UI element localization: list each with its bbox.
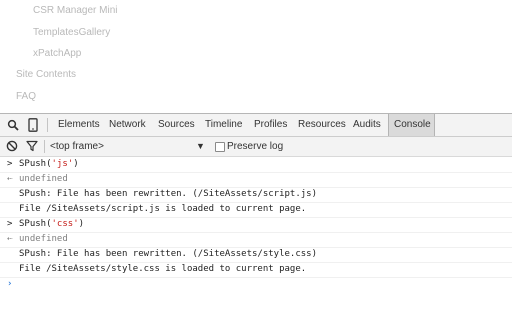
result-arrow-icon: ⇠ (7, 234, 13, 244)
prompt-chevron-icon: › (7, 279, 13, 289)
console-result-line: ⇠ undefined (0, 172, 512, 188)
console-log-message: SPush: File has been rewritten. (/SiteAs… (19, 189, 318, 199)
filter-separator (44, 140, 45, 153)
devtools-toolbar: Elements Network Sources Timeline Profil… (0, 114, 512, 137)
frame-select[interactable]: <top frame> (50, 137, 104, 156)
console-prompt[interactable]: › (0, 277, 512, 297)
console-result: undefined (19, 174, 68, 184)
tab-timeline[interactable]: Timeline (205, 114, 242, 136)
tab-resources[interactable]: Resources (298, 114, 346, 136)
console-command: SPush('js') (19, 159, 79, 169)
preserve-log-checkbox[interactable] (215, 142, 225, 152)
console-log-message: File /SiteAssets/style.css is loaded to … (19, 264, 307, 274)
console-log-message: File /SiteAssets/script.js is loaded to … (19, 204, 307, 214)
nav-item-faq[interactable]: FAQ (16, 91, 36, 102)
tab-network[interactable]: Network (109, 114, 146, 136)
console-input-line: > SPush('css') (0, 217, 512, 233)
console-log-line: File /SiteAssets/style.css is loaded to … (0, 262, 512, 278)
page-navigation: CSR Manager Mini TemplatesGallery xPatch… (0, 0, 512, 113)
nav-item-site-contents[interactable]: Site Contents (16, 69, 76, 80)
tab-sources[interactable]: Sources (158, 114, 195, 136)
nav-item-csr-manager-mini[interactable]: CSR Manager Mini (33, 5, 117, 16)
console-result-line: ⇠ undefined (0, 232, 512, 248)
tab-console[interactable]: Console (388, 114, 435, 136)
console-log-line: SPush: File has been rewritten. (/SiteAs… (0, 247, 512, 263)
clear-console-icon[interactable] (5, 139, 19, 153)
console-filter-bar: <top frame> ▼ Preserve log (0, 137, 512, 157)
input-prompt-icon: > (7, 219, 13, 229)
tab-elements[interactable]: Elements (58, 114, 100, 136)
inspect-search-icon[interactable] (6, 118, 20, 132)
device-mode-icon[interactable] (26, 118, 40, 132)
chevron-down-icon[interactable]: ▼ (196, 137, 205, 156)
console-log-message: SPush: File has been rewritten. (/SiteAs… (19, 249, 318, 259)
tab-profiles[interactable]: Profiles (254, 114, 287, 136)
console-input-line: > SPush('js') (0, 157, 512, 173)
console-command: SPush('css') (19, 219, 85, 229)
tab-audits[interactable]: Audits (353, 114, 381, 136)
nav-item-xpatchapp[interactable]: xPatchApp (33, 48, 81, 59)
input-prompt-icon: > (7, 159, 13, 169)
result-arrow-icon: ⇠ (7, 174, 13, 184)
toolbar-separator (47, 118, 48, 132)
nav-item-templates-gallery[interactable]: TemplatesGallery (33, 27, 110, 38)
console-log-line: File /SiteAssets/script.js is loaded to … (0, 202, 512, 218)
devtools-panel: Elements Network Sources Timeline Profil… (0, 113, 512, 321)
preserve-log-label: Preserve log (227, 141, 284, 152)
console-result: undefined (19, 234, 68, 244)
console-output: > SPush('js') ⇠ undefined SPush: File ha… (0, 157, 512, 321)
filter-icon[interactable] (25, 139, 39, 153)
console-log-line: SPush: File has been rewritten. (/SiteAs… (0, 187, 512, 203)
